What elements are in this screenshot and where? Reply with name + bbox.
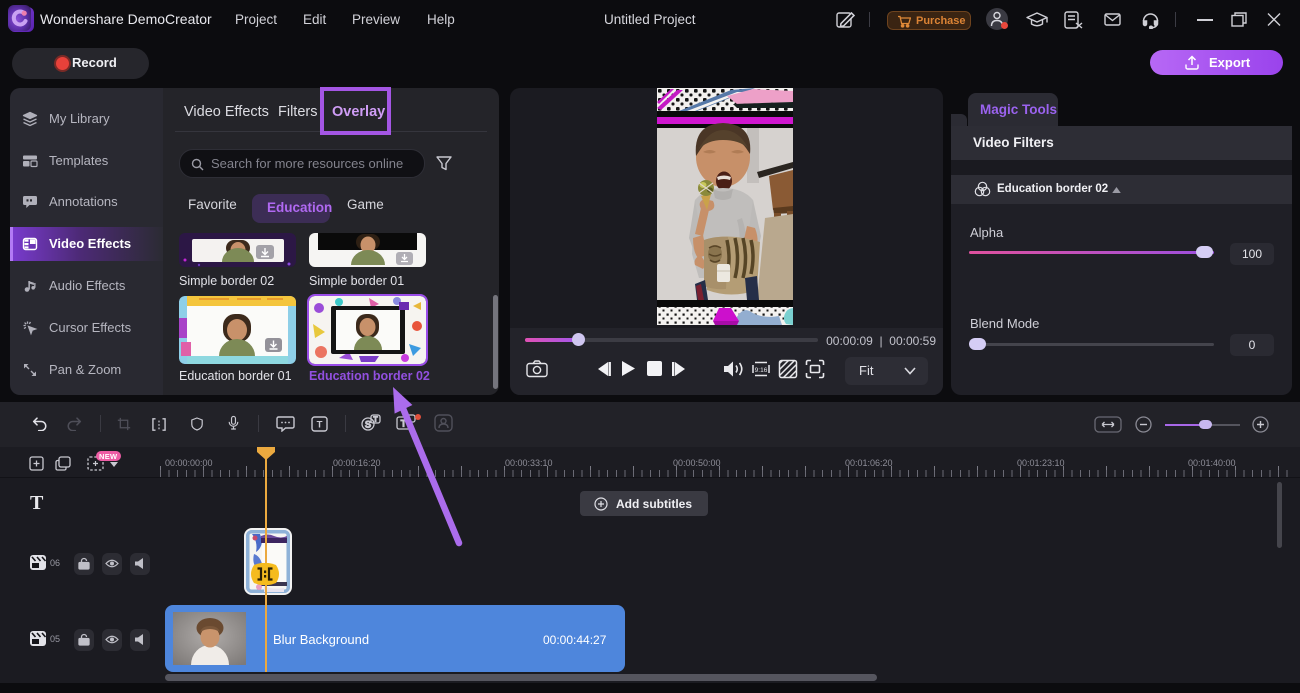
svg-text:T: T	[373, 417, 378, 424]
svg-text:9:16: 9:16	[755, 367, 768, 374]
svg-text:S: S	[365, 419, 371, 429]
svg-text:T: T	[317, 420, 323, 431]
